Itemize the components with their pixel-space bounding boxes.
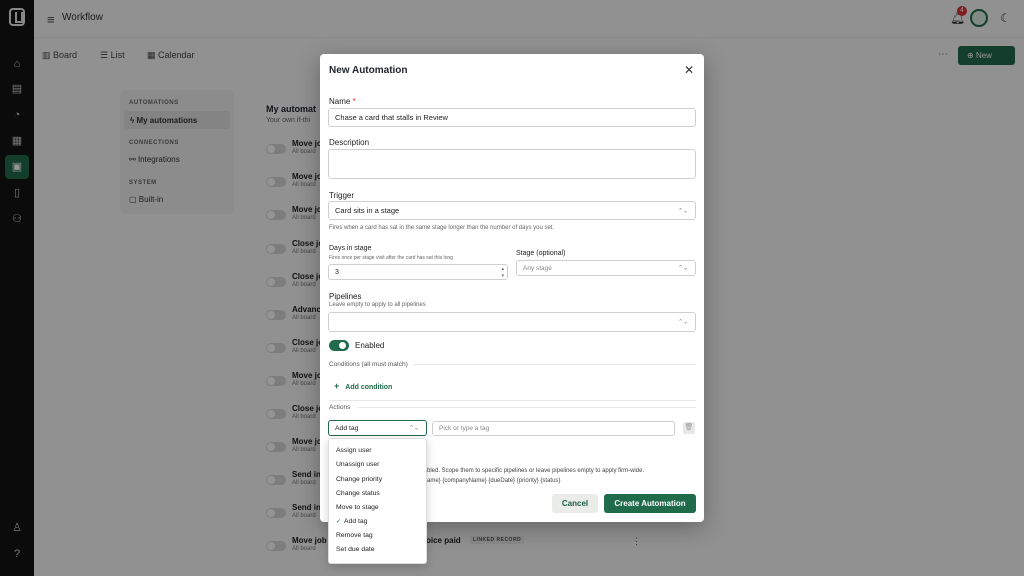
enabled-label: Enabled <box>355 341 385 350</box>
menu-item-assign-user[interactable]: Assign user <box>336 447 372 454</box>
stage-label: Stage (optional) <box>516 250 566 257</box>
required-marker: * <box>352 97 356 106</box>
pipelines-select[interactable]: ⌃⌄ <box>328 312 696 332</box>
add-condition-label: Add condition <box>345 384 393 391</box>
description-field[interactable] <box>328 149 696 179</box>
menu-item-remove-tag[interactable]: Remove tag <box>336 532 373 539</box>
pipelines-hint: Leave empty to apply to all pipelines <box>329 302 426 308</box>
action-type-value: Add tag <box>335 424 359 432</box>
menu-item-label: Add tag <box>344 518 368 525</box>
menu-item-change-priority[interactable]: Change priority <box>336 476 382 483</box>
days-value: 3 <box>335 268 339 276</box>
actions-label: Actions <box>329 404 351 411</box>
stepper-arrows-icon[interactable]: ▴ ▾ <box>501 266 504 280</box>
enabled-toggle[interactable] <box>329 340 349 351</box>
plus-icon: + <box>334 381 340 391</box>
conditions-label: Conditions (all must match) <box>329 361 408 368</box>
stage-placeholder: Any stage <box>523 264 552 272</box>
days-label: Days in stage <box>329 245 372 252</box>
chevron-updown-icon: ⌃⌄ <box>677 265 688 272</box>
description-label: Description <box>329 138 370 147</box>
menu-item-unassign-user[interactable]: Unassign user <box>336 461 379 468</box>
name-input-value: Chase a card that stalls in Review <box>335 113 448 122</box>
chevron-updown-icon: ⌃⌄ <box>677 319 688 326</box>
chevron-updown-icon: ⌃⌄ <box>677 208 688 214</box>
close-icon[interactable]: ✕ <box>684 63 694 77</box>
tag-input[interactable]: Pick or type a tag <box>432 421 675 436</box>
create-automation-button[interactable]: Create Automation <box>604 494 696 513</box>
name-label: Name * <box>329 97 356 106</box>
dialog-title: New Automation <box>329 65 408 76</box>
cancel-button[interactable]: Cancel <box>552 494 598 513</box>
menu-item-change-status[interactable]: Change status <box>336 490 380 497</box>
check-icon: ✓ <box>336 519 342 525</box>
name-label-text: Name <box>329 97 351 106</box>
divider <box>329 400 696 401</box>
add-condition-button[interactable]: + Add condition <box>334 381 392 391</box>
trigger-select[interactable]: Card sits in a stage ⌃⌄ <box>328 201 696 220</box>
variables-note: ame} {companyName} {dueDate} {priority} … <box>427 478 561 484</box>
divider <box>414 364 696 365</box>
pipelines-label: Pipelines <box>329 292 362 301</box>
divider <box>358 407 696 408</box>
tag-placeholder: Pick or type a tag <box>439 425 490 432</box>
stage-select[interactable]: Any stage ⌃⌄ <box>516 260 696 276</box>
name-input[interactable]: Chase a card that stalls in Review <box>328 108 696 127</box>
trigger-label: Trigger <box>329 191 355 200</box>
chevron-updown-icon: ⌃⌄ <box>408 425 419 432</box>
action-type-select[interactable]: Add tag ⌃⌄ <box>328 420 427 436</box>
action-type-menu: Assign user Unassign user Change priorit… <box>328 438 427 564</box>
menu-item-move-to-stage[interactable]: Move to stage <box>336 504 379 511</box>
trigger-hint: Fires when a card has sat in the same st… <box>329 225 555 231</box>
trash-icon[interactable]: 🗑︎ <box>683 422 695 434</box>
menu-item-add-tag[interactable]: ✓ Add tag <box>336 518 367 525</box>
scope-note: bled. Scope them to specific pipelines o… <box>427 468 645 474</box>
days-hint: Fires once per stage visit after the car… <box>329 255 453 261</box>
menu-item-set-due-date[interactable]: Set due date <box>336 546 375 553</box>
days-stepper[interactable]: 3 ▴ ▾ <box>328 264 508 280</box>
trigger-value: Card sits in a stage <box>335 206 400 215</box>
